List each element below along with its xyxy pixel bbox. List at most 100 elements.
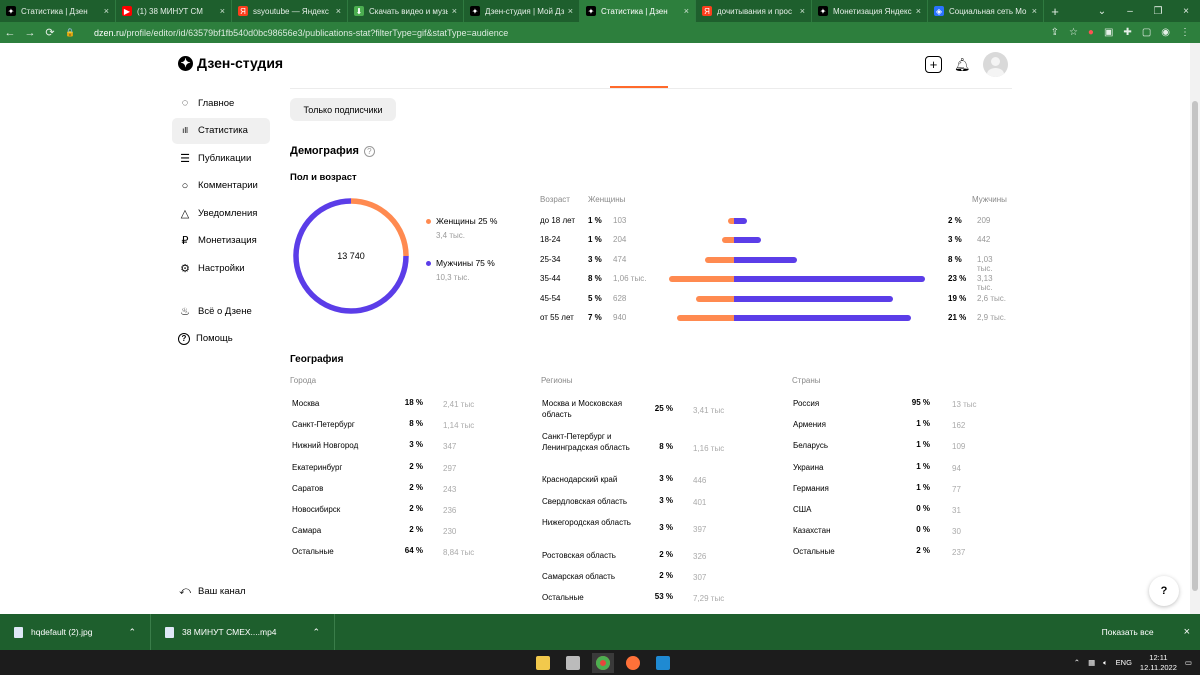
- close-icon[interactable]: ×: [684, 6, 689, 16]
- women-age-bar[interactable]: [695, 295, 734, 302]
- language-indicator[interactable]: ENG: [1116, 658, 1132, 667]
- clock[interactable]: 12:11 12.11.2022: [1140, 653, 1177, 673]
- chevron-up-icon[interactable]: ⌃: [128, 627, 136, 638]
- subscribers-only-button[interactable]: Только подписчики: [290, 98, 396, 121]
- close-icon[interactable]: ×: [336, 6, 341, 16]
- women-age-bar[interactable]: [669, 276, 734, 283]
- minimize-icon[interactable]: –: [1116, 6, 1144, 17]
- download-item[interactable]: 38 МИНУТ СМЕХ....mp4 ⌃: [151, 614, 336, 650]
- reload-icon[interactable]: ⟳: [40, 26, 60, 39]
- chevron-down-icon[interactable]: ⌄: [1088, 6, 1116, 17]
- explorer-icon[interactable]: [532, 653, 554, 673]
- geo-value: 8,84 тыс: [443, 548, 475, 558]
- close-icon[interactable]: ×: [104, 6, 109, 16]
- firefox-icon[interactable]: [622, 653, 644, 673]
- create-post-icon[interactable]: +: [925, 56, 942, 73]
- scrollbar[interactable]: [1190, 43, 1200, 614]
- close-icon[interactable]: ×: [800, 6, 805, 16]
- puzzle-icon[interactable]: ✚: [1123, 27, 1131, 38]
- nav-settings[interactable]: ⚙ Настройки: [172, 255, 270, 281]
- profile-icon[interactable]: ◉: [1161, 27, 1170, 38]
- browser-tab[interactable]: ✦ Статистика | Дзен ×: [0, 0, 116, 22]
- share-icon[interactable]: ⇪: [1051, 27, 1059, 38]
- chevron-up-icon[interactable]: ⌃: [1074, 658, 1080, 667]
- browser-tab[interactable]: ⬇ Скачать видео и музы ×: [348, 0, 464, 22]
- nav-main[interactable]: ◌ Главное: [172, 90, 270, 116]
- download-item[interactable]: hqdefault (2).jpg ⌃: [0, 614, 151, 650]
- nav-monetization[interactable]: ₽ Монетизация: [172, 228, 270, 254]
- geo-percent: 8 %: [659, 442, 673, 451]
- browser-tab[interactable]: ▶ (1) 38 МИНУТ СМ ×: [116, 0, 232, 22]
- sidebar-icon[interactable]: ▢: [1142, 27, 1151, 38]
- nav-about[interactable]: ♨ Всё о Дзене: [172, 298, 270, 324]
- browser-tab[interactable]: ✦ Дзен-студия | Мой Дз ×: [464, 0, 580, 22]
- browser-tab[interactable]: ◈ Социальная сеть Мо ×: [928, 0, 1044, 22]
- nav-publications[interactable]: ☰ Публикации: [172, 145, 270, 171]
- men-value: 209: [977, 216, 991, 225]
- geo-percent: 25 %: [654, 403, 673, 413]
- notification-icon[interactable]: ▭: [1185, 658, 1192, 667]
- women-age-bar[interactable]: [721, 237, 734, 244]
- men-age-bar[interactable]: [734, 237, 761, 244]
- new-tab-button[interactable]: +: [1044, 0, 1066, 22]
- geo-name: Армения: [793, 420, 826, 430]
- your-channel-link[interactable]: ⤺ Ваш канал: [172, 578, 270, 604]
- extension-icon[interactable]: ▣: [1104, 27, 1113, 38]
- star-icon[interactable]: ☆: [1069, 27, 1078, 38]
- notifications-bell-icon[interactable]: 🔔︎: [954, 57, 971, 73]
- nav-notifications[interactable]: △ Уведомления: [172, 200, 270, 226]
- geo-value: 326: [693, 552, 707, 561]
- geo-percent: 53 %: [654, 592, 673, 601]
- browser-tab[interactable]: ✦ Монетизация Яндекс ×: [812, 0, 928, 22]
- restore-icon[interactable]: ❐: [1144, 6, 1172, 17]
- close-window-icon[interactable]: ×: [1172, 6, 1200, 17]
- browser-tab[interactable]: Яssyoutube — Яндекс ×: [232, 0, 348, 22]
- nav-label: Всё о Дзене: [198, 305, 252, 317]
- men-age-bar[interactable]: [734, 218, 747, 224]
- info-icon[interactable]: ?: [363, 145, 375, 157]
- geo-row-regions: Остальные 53 % 7,29 тыс: [542, 592, 782, 614]
- network-icon[interactable]: ▦: [1088, 658, 1095, 667]
- geo-name: Германия: [793, 483, 829, 493]
- lock-icon[interactable]: 🔒: [60, 28, 80, 37]
- back-icon[interactable]: ←: [0, 27, 20, 39]
- geo-percent: 2 %: [409, 504, 423, 513]
- women-age-bar[interactable]: [705, 256, 734, 263]
- nav-comments[interactable]: ○ Комментарии: [172, 173, 270, 199]
- menu-dots-icon[interactable]: ⋮: [1180, 27, 1190, 38]
- close-icon[interactable]: ×: [452, 6, 457, 16]
- men-age-bar[interactable]: [734, 315, 911, 321]
- chevron-up-icon[interactable]: ⌃: [313, 627, 321, 638]
- men-age-bar[interactable]: [734, 276, 925, 283]
- men-age-bar[interactable]: [734, 295, 893, 302]
- scrollbar-thumb[interactable]: [1192, 101, 1198, 591]
- geo-value: 7,29 тыс: [693, 594, 725, 603]
- help-button[interactable]: ?: [1149, 576, 1179, 606]
- nav-statistics[interactable]: ıll Статистика: [172, 117, 270, 144]
- volume-icon[interactable]: 🔈︎: [1103, 658, 1108, 668]
- chrome-icon[interactable]: [592, 652, 614, 673]
- url-path: /profile/editor/id/63579bf1fb540d0bc9865…: [124, 27, 509, 38]
- avatar[interactable]: [982, 52, 1008, 77]
- close-icon[interactable]: ×: [1184, 626, 1190, 638]
- men-age-bar[interactable]: [734, 256, 797, 263]
- url-field[interactable]: dzen.ru/profile/editor/id/63579bf1fb540d…: [94, 28, 1051, 38]
- browser-tab[interactable]: Ядочитывания и прос ×: [696, 0, 812, 22]
- download-name: 38 МИНУТ СМЕХ....mp4: [181, 627, 277, 637]
- forward-icon[interactable]: →: [20, 27, 40, 39]
- geo-percent: 2 %: [409, 482, 423, 492]
- close-icon[interactable]: ×: [220, 6, 225, 16]
- close-icon[interactable]: ×: [568, 6, 573, 16]
- women-age-bar[interactable]: [676, 315, 734, 321]
- extension-red-icon[interactable]: ●: [1088, 27, 1094, 38]
- nav-help[interactable]: ? Помощь: [172, 326, 270, 352]
- geo-value: 1,16 тыс: [693, 444, 725, 453]
- show-all-downloads[interactable]: Показать все: [1102, 627, 1154, 637]
- studio-logo[interactable]: ✦ Дзен-студия: [178, 55, 283, 71]
- app-icon[interactable]: [562, 653, 584, 673]
- browser-tab[interactable]: ✦ Статистика | Дзен ×: [580, 0, 696, 22]
- geo-percent: 2 %: [409, 461, 423, 471]
- close-icon[interactable]: ×: [1032, 6, 1037, 16]
- close-icon[interactable]: ×: [916, 6, 921, 16]
- vscode-icon[interactable]: [652, 653, 674, 673]
